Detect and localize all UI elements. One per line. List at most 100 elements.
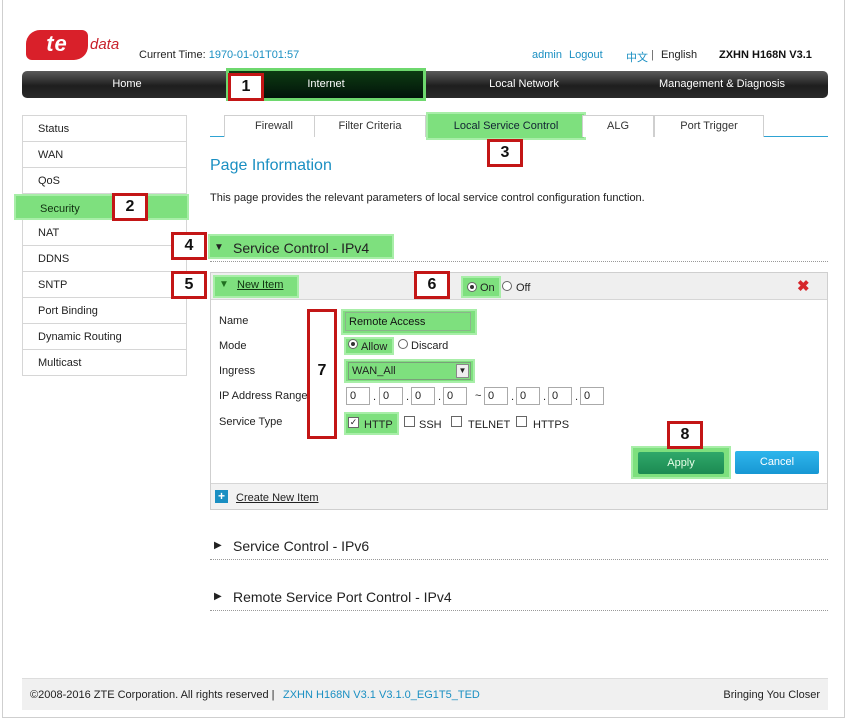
- tab-alg[interactable]: ALG: [582, 115, 654, 137]
- expanded-triangle-icon: ▼: [214, 242, 224, 253]
- ip-dot: .: [406, 391, 410, 403]
- on-radio[interactable]: [467, 282, 477, 292]
- off-radio[interactable]: [502, 281, 512, 291]
- ip-start-octet-1[interactable]: 0: [346, 387, 370, 405]
- callout-6: 6: [414, 271, 450, 299]
- create-new-item-bar: + Create New Item: [211, 483, 827, 509]
- callout-1: 1: [228, 73, 264, 101]
- item-panel: ▼ New Item On Off ✖ Name Mode Ingress IP…: [210, 272, 828, 510]
- callout-5: 5: [171, 271, 207, 299]
- ip-end-octet-3[interactable]: 0: [548, 387, 572, 405]
- ip-end-octet-2[interactable]: 0: [516, 387, 540, 405]
- section-service-control-ipv6[interactable]: ▶ Service Control - IPv6: [210, 534, 828, 560]
- mode-discard-radio[interactable]: [398, 339, 408, 349]
- tab-firewall[interactable]: Firewall: [224, 115, 324, 137]
- lang-chinese-link[interactable]: 中文: [626, 49, 648, 65]
- lang-english-link[interactable]: English: [661, 49, 697, 61]
- ip-start-octet-2[interactable]: 0: [379, 387, 403, 405]
- nav-management-diagnosis[interactable]: Management & Diagnosis: [622, 71, 822, 98]
- collapsed-triangle-icon: ▶: [214, 540, 222, 551]
- service-type-label: Service Type: [219, 416, 283, 428]
- nav-home[interactable]: Home: [22, 71, 232, 98]
- callout-7: 7: [307, 309, 337, 439]
- ip-start-octet-4[interactable]: 0: [443, 387, 467, 405]
- user-link[interactable]: admin: [532, 49, 562, 61]
- sidebar-item-multicast[interactable]: Multicast: [23, 350, 186, 376]
- http-checkbox[interactable]: ✓: [348, 417, 359, 428]
- callout-2: 2: [112, 193, 148, 221]
- footer-slogan: Bringing You Closer: [723, 689, 820, 701]
- http-label: HTTP: [364, 419, 393, 431]
- current-time: Current Time: 1970-01-01T01:57: [139, 49, 299, 61]
- nav-local-network[interactable]: Local Network: [442, 71, 606, 98]
- ip-dot: .: [543, 391, 547, 403]
- sidebar-item-nat[interactable]: NAT: [23, 220, 186, 246]
- sidebar-item-security[interactable]: Security: [14, 194, 189, 220]
- current-time-label: Current Time:: [139, 49, 206, 61]
- mode-allow-label: Allow: [361, 341, 388, 353]
- ip-range-separator: ~: [475, 390, 482, 402]
- https-checkbox[interactable]: [516, 416, 527, 427]
- tab-port-trigger[interactable]: Port Trigger: [654, 115, 764, 137]
- on-label: On: [480, 282, 495, 294]
- name-label: Name: [219, 315, 249, 327]
- mode-label: Mode: [219, 340, 247, 352]
- copyright-text: ©2008-2016 ZTE Corporation. All rights r…: [30, 689, 275, 701]
- ssh-checkbox[interactable]: [404, 416, 415, 427]
- ip-dot: .: [511, 391, 515, 403]
- footer: ©2008-2016 ZTE Corporation. All rights r…: [22, 678, 828, 710]
- ingress-select[interactable]: WAN_All ▼: [348, 362, 471, 380]
- sidebar-item-status[interactable]: Status: [23, 116, 186, 142]
- sidebar-item-port-binding[interactable]: Port Binding: [23, 298, 186, 324]
- ssh-label: SSH: [419, 419, 442, 431]
- section-ipv4-title: Service Control - IPv4: [233, 240, 370, 256]
- mode-allow-radio[interactable]: [348, 339, 358, 349]
- apply-button[interactable]: Apply: [638, 452, 724, 474]
- plus-icon[interactable]: +: [215, 490, 228, 503]
- sidebar-item-dynamic-routing[interactable]: Dynamic Routing: [23, 324, 186, 350]
- create-new-item-link[interactable]: Create New Item: [236, 492, 319, 504]
- page-title: Page Information: [210, 157, 332, 174]
- section-remote-title: Remote Service Port Control - IPv4: [233, 589, 452, 605]
- lang-separator: |: [651, 49, 654, 61]
- tab-local-service-control[interactable]: Local Service Control: [426, 112, 586, 140]
- ip-end-octet-1[interactable]: 0: [484, 387, 508, 405]
- ip-range-label: IP Address Range: [219, 390, 308, 402]
- ingress-label: Ingress: [219, 365, 256, 377]
- ip-end-octet-4[interactable]: 0: [580, 387, 604, 405]
- callout-4: 4: [171, 232, 207, 260]
- sidebar-item-sntp[interactable]: SNTP: [23, 272, 186, 298]
- dropdown-arrow-icon[interactable]: ▼: [456, 364, 469, 378]
- sub-tabs: Firewall Filter Criteria Local Service C…: [210, 112, 828, 140]
- callout-3: 3: [487, 139, 523, 167]
- main-nav: Home Internet Local Network Management &…: [22, 68, 828, 101]
- ip-start-octet-3[interactable]: 0: [411, 387, 435, 405]
- sidebar: Status WAN QoS Security NAT DDNS SNTP Po…: [14, 115, 189, 376]
- brand-logo: te data: [26, 30, 126, 60]
- telnet-checkbox[interactable]: [451, 416, 462, 427]
- new-item-link[interactable]: New Item: [237, 279, 283, 291]
- section-service-control-ipv4[interactable]: ▼ Service Control - IPv4: [208, 234, 828, 262]
- sidebar-item-wan[interactable]: WAN: [23, 142, 186, 168]
- logout-link[interactable]: Logout: [569, 49, 603, 61]
- cancel-button[interactable]: Cancel: [735, 451, 819, 474]
- https-label: HTTPS: [533, 419, 570, 431]
- logo-suffix: data: [90, 36, 120, 53]
- page-description: This page provides the relevant paramete…: [210, 192, 645, 204]
- tab-filter-criteria[interactable]: Filter Criteria: [314, 115, 426, 137]
- sidebar-item-qos[interactable]: QoS: [23, 168, 186, 194]
- current-time-value: 1970-01-01T01:57: [208, 49, 300, 61]
- mode-discard-label: Discard: [411, 340, 449, 352]
- name-input[interactable]: [345, 312, 471, 331]
- sidebar-item-ddns[interactable]: DDNS: [23, 246, 186, 272]
- collapsed-triangle-icon: ▶: [214, 591, 222, 602]
- telnet-label: TELNET: [468, 419, 511, 431]
- item-header: ▼ New Item On Off ✖: [211, 273, 827, 300]
- section-remote-service-port-control[interactable]: ▶ Remote Service Port Control - IPv4: [210, 585, 828, 611]
- delete-icon[interactable]: ✖: [797, 277, 810, 295]
- firmware-version: ZXHN H168N V3.1 V3.1.0_EG1T5_TED: [283, 689, 480, 701]
- ip-dot: .: [575, 391, 579, 403]
- ip-dot: .: [373, 391, 377, 403]
- ingress-value: WAN_All: [352, 365, 396, 377]
- off-label: Off: [516, 282, 531, 294]
